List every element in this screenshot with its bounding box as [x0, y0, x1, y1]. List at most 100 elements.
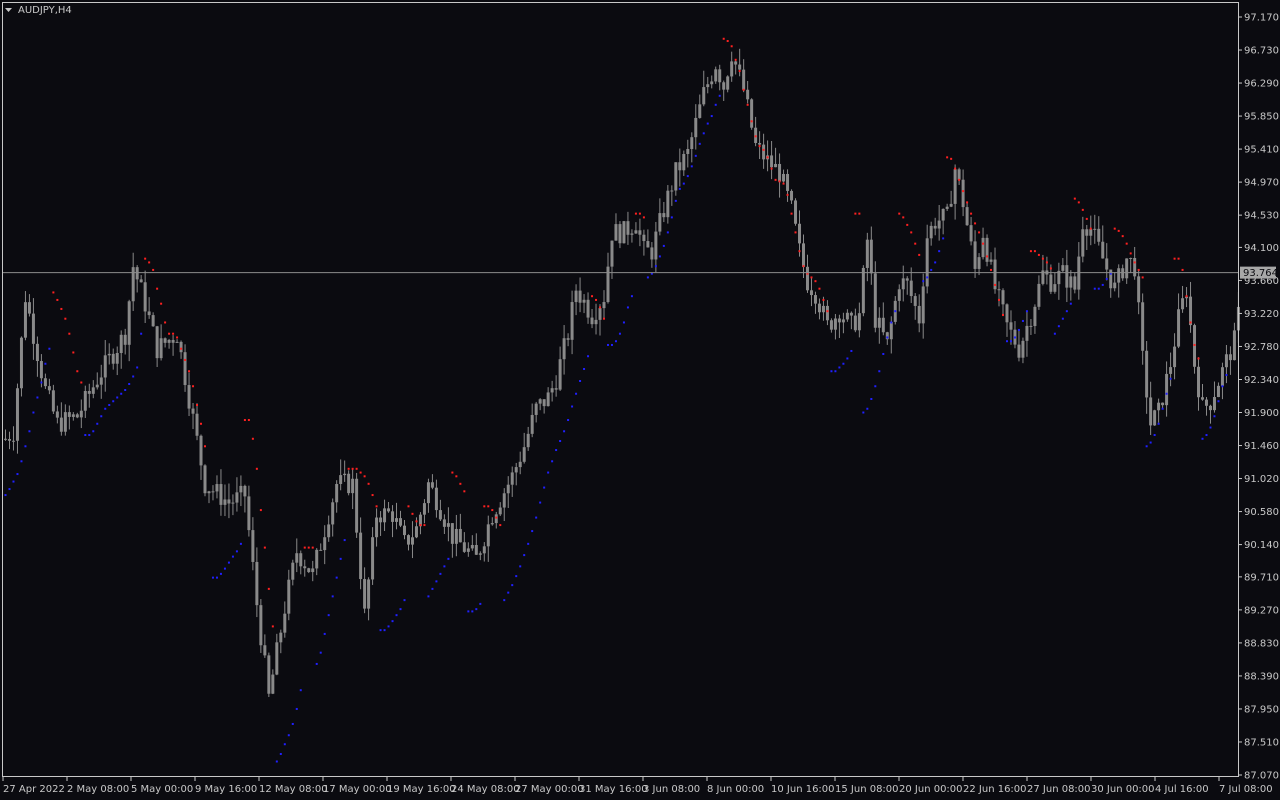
sar-dot: [467, 610, 470, 613]
price-chart[interactable]: 97.170 96.730 96.290 95.850 95.410 94.970 94.5…: [0, 0, 1280, 800]
candle-body: [722, 82, 726, 90]
candle-body: [434, 487, 438, 511]
x-tick-label: 24 May 08:00: [451, 784, 520, 795]
candle-body: [111, 353, 115, 364]
sar-dot: [231, 555, 234, 558]
sar-dot: [251, 437, 254, 440]
sar-dot: [962, 190, 965, 193]
sar-dot: [794, 231, 797, 234]
candle-body: [175, 341, 179, 343]
y-tick-label: 96.730: [1244, 46, 1279, 57]
candle-body: [239, 485, 243, 493]
sar-dot: [930, 268, 933, 271]
candle-body: [11, 440, 15, 442]
sar-dot: [1137, 268, 1140, 271]
sar-dot: [595, 298, 598, 301]
sar-dot: [1069, 302, 1072, 305]
candle-body: [901, 278, 905, 290]
sar-dot: [970, 212, 973, 215]
y-tick-label: 87.070: [1244, 771, 1279, 782]
sar-dot: [403, 599, 406, 602]
sar-dot: [762, 148, 765, 151]
sar-dot: [666, 231, 669, 234]
candle-body: [39, 361, 43, 379]
candle-body: [430, 482, 434, 488]
candle-body: [259, 605, 263, 646]
sar-dot: [1033, 250, 1036, 253]
candle-body: [786, 173, 790, 191]
candle-body: [187, 385, 191, 409]
candle-body: [271, 674, 275, 694]
sar-dot: [96, 422, 99, 425]
candle-body: [889, 321, 893, 340]
candle-body: [1061, 265, 1065, 271]
y-tick-label: 91.900: [1244, 408, 1279, 419]
candle-body: [917, 305, 921, 324]
sar-dot: [1157, 422, 1160, 425]
sar-dot: [531, 530, 534, 533]
sar-dot: [92, 430, 95, 433]
candle-body: [51, 390, 55, 412]
sar-dot: [942, 237, 945, 240]
candle-body: [295, 553, 299, 563]
sar-dot: [200, 422, 203, 425]
candle-body: [291, 562, 295, 580]
candle-body: [702, 87, 706, 105]
candle-body: [981, 237, 985, 258]
sar-dot: [427, 595, 430, 598]
candle-body: [606, 266, 610, 303]
candle-body: [426, 482, 430, 504]
sar-dot: [1121, 235, 1124, 238]
sar-dot: [483, 505, 486, 508]
candle-body: [762, 144, 766, 160]
candle-body: [877, 317, 881, 328]
sar-dot: [144, 257, 147, 260]
sar-dot: [1073, 197, 1076, 200]
candle-body: [666, 190, 670, 218]
sar-dot: [132, 375, 135, 378]
candle-body: [582, 299, 586, 303]
candle-body: [1089, 229, 1093, 236]
candle-body: [1197, 366, 1201, 398]
candle-body: [219, 484, 223, 505]
candle-body: [267, 655, 271, 694]
candle-body: [602, 302, 606, 309]
sar-dot: [1117, 229, 1120, 232]
sar-dot: [20, 460, 23, 463]
candle-body: [610, 240, 614, 267]
sar-dot: [626, 306, 629, 309]
candle-body: [139, 279, 143, 283]
candle-body: [750, 99, 754, 128]
candle-body: [574, 290, 578, 303]
candle-body: [921, 286, 925, 324]
sar-dot: [451, 471, 454, 474]
sar-dot: [379, 629, 382, 632]
candle-body: [813, 295, 817, 304]
candle-body: [1173, 346, 1177, 368]
sar-dot: [1061, 317, 1064, 320]
candle-body: [1073, 276, 1077, 290]
candle-body: [614, 224, 618, 241]
candle-body: [546, 392, 550, 407]
candle-body: [734, 61, 738, 65]
symbol-label: AUDJPY,H4: [18, 5, 72, 16]
sar-dot: [822, 298, 825, 301]
candle-body: [231, 502, 235, 504]
sar-dot: [507, 591, 510, 594]
sar-dot: [591, 295, 594, 298]
candle-body: [794, 200, 798, 224]
sar-dot: [1005, 340, 1008, 343]
candle-body: [825, 305, 829, 321]
sar-dot: [239, 542, 242, 545]
chart-background: [0, 0, 1280, 800]
sar-dot: [247, 419, 250, 422]
candle-body: [395, 518, 399, 522]
sar-dot: [124, 388, 127, 391]
candle-body: [243, 485, 247, 497]
candle-body: [446, 523, 450, 527]
candle-body: [183, 352, 187, 386]
sar-dot: [786, 193, 789, 196]
candle-body: [1212, 397, 1216, 411]
sar-dot: [156, 287, 159, 290]
sar-dot: [184, 358, 187, 361]
